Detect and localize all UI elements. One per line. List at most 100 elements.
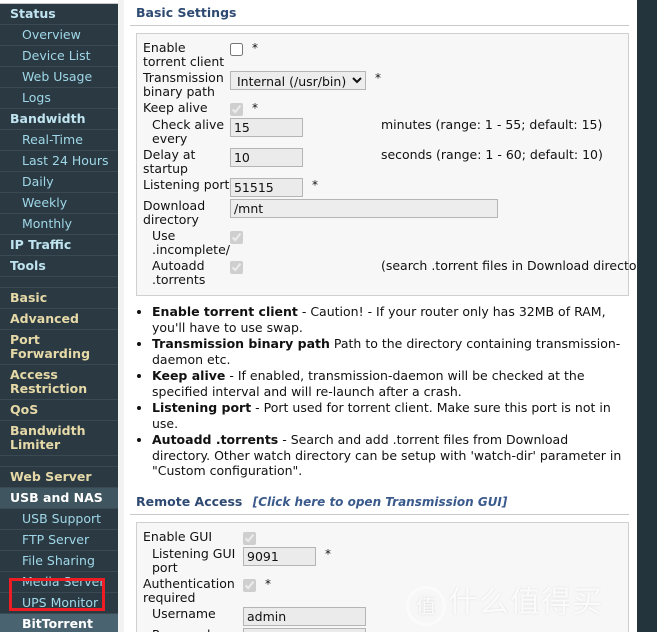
sidebar-group: Tools bbox=[0, 256, 118, 277]
keep-alive-checkbox[interactable] bbox=[229, 103, 243, 116]
binary-path-label: Transmission binary path bbox=[143, 70, 224, 99]
check-alive-hint: minutes (range: 1 - 55; default: 15) bbox=[380, 117, 603, 132]
sidebar-item-last-24-hours[interactable]: Last 24 Hours bbox=[0, 151, 118, 172]
listening-port-label: Listening port bbox=[143, 177, 230, 192]
sidebar-group-access-restriction[interactable]: Access Restriction bbox=[0, 365, 118, 400]
sidebar-item-device-list[interactable]: Device List bbox=[0, 46, 118, 67]
sidebar-group: Web Server bbox=[0, 467, 118, 488]
remote-access-section: Remote Access [Click here to open Transm… bbox=[130, 488, 629, 632]
enable-torrent-label: Enable torrent client bbox=[143, 40, 225, 69]
form-row-autoadd-torrents: Autoadd .torrents (search .torrent files… bbox=[143, 258, 637, 288]
check-alive-input[interactable] bbox=[229, 118, 303, 137]
delay-startup-label: Delay at startup bbox=[143, 147, 196, 176]
download-directory-label: Download directory bbox=[143, 198, 206, 227]
page-right-background bbox=[637, 0, 657, 632]
sidebar-item-web-usage[interactable]: Web Usage bbox=[0, 67, 118, 88]
sidebar-item-ftp-server[interactable]: FTP Server bbox=[0, 530, 118, 551]
sidebar-group: IP Traffic bbox=[0, 235, 118, 256]
delay-startup-input[interactable] bbox=[229, 148, 303, 167]
form-row-listening-port: Listening port * bbox=[143, 177, 637, 198]
username-input[interactable] bbox=[243, 606, 366, 626]
note-item: Enable torrent client - Caution! - If yo… bbox=[152, 304, 625, 335]
sidebar-group-tools[interactable]: Tools bbox=[0, 256, 118, 277]
enable-gui-label: Enable GUI bbox=[143, 528, 213, 544]
sidebar-item-monthly[interactable]: Monthly bbox=[0, 214, 118, 235]
sidebar-item-ups-monitor[interactable]: UPS Monitor bbox=[0, 593, 118, 614]
sidebar-item-weekly[interactable]: Weekly bbox=[0, 193, 118, 214]
use-incomplete-label: Use .incomplete/ bbox=[152, 228, 230, 257]
form-row-download-directory: Download directory bbox=[143, 198, 637, 228]
sidebar-group-bandwidth-limiter[interactable]: Bandwidth Limiter bbox=[0, 421, 118, 456]
sidebar-item-real-time[interactable]: Real-Time bbox=[0, 130, 118, 151]
sidebar-group: Port Forwarding bbox=[0, 330, 118, 365]
main-content: Basic Settings Enable torrent client * T… bbox=[124, 0, 637, 632]
form-row-keep-alive: Keep alive * bbox=[143, 100, 637, 117]
form-row-check-alive: Check alive every minutes (range: 1 - 55… bbox=[143, 117, 637, 147]
sidebar-group-advanced[interactable]: Advanced bbox=[0, 309, 118, 330]
gui-port-input[interactable] bbox=[243, 546, 316, 566]
sidebar-group-qos[interactable]: QoS bbox=[0, 400, 118, 421]
sidebar-group-status[interactable]: Status bbox=[0, 4, 118, 25]
sidebar-item-bittorrent-client[interactable]: BitTorrent Client bbox=[0, 614, 118, 632]
autoadd-checkbox[interactable] bbox=[229, 261, 243, 274]
sidebar-group-web-server[interactable]: Web Server bbox=[0, 467, 118, 488]
sidebar-item-media-server[interactable]: Media Server bbox=[0, 572, 118, 593]
sidebar-group-bandwidth[interactable]: Bandwidth bbox=[0, 109, 118, 130]
remote-access-fieldset: Enable GUI Listening GUI port * bbox=[136, 521, 629, 632]
form-row-binary-path: Transmission binary path Internal (/usr/… bbox=[143, 70, 637, 100]
required-marker: * bbox=[264, 576, 271, 591]
listening-port-input[interactable] bbox=[229, 178, 303, 197]
sidebar-item-file-sharing[interactable]: File Sharing bbox=[0, 551, 118, 572]
required-marker: * bbox=[311, 178, 318, 192]
sidebar-group: QoS bbox=[0, 400, 118, 421]
required-marker: * bbox=[251, 101, 258, 115]
remote-access-form: Enable GUI Listening GUI port * bbox=[143, 529, 366, 632]
sidebar-group: Bandwidth Limiter bbox=[0, 421, 118, 456]
note-term: Enable torrent client bbox=[152, 304, 298, 319]
sidebar-item-daily[interactable]: Daily bbox=[0, 172, 118, 193]
binary-path-select[interactable]: Internal (/usr/bin) bbox=[229, 71, 366, 90]
required-marker: * bbox=[324, 546, 331, 561]
auth-required-label: Authentication required bbox=[143, 575, 235, 605]
note-term: Autoadd .torrents bbox=[152, 432, 279, 447]
sidebar-group-usb-and-nas[interactable]: USB and NAS bbox=[0, 488, 118, 509]
password-label: Password bbox=[143, 627, 243, 632]
sidebar-divider bbox=[0, 277, 118, 288]
form-row-username: Username bbox=[143, 606, 366, 627]
note-item: Transmission binary path Path to the dir… bbox=[152, 336, 625, 367]
router-admin-page: Status Overview Device List Web Usage Logs Ba… bbox=[0, 0, 657, 632]
remote-access-title-text: Remote Access bbox=[136, 493, 243, 509]
sidebar-navigation: Status Overview Device List Web Usage Logs Ba… bbox=[0, 0, 118, 632]
sidebar-group: Access Restriction bbox=[0, 365, 118, 400]
use-incomplete-checkbox[interactable] bbox=[229, 231, 243, 244]
form-row-gui-port: Listening GUI port * bbox=[143, 546, 366, 576]
enable-torrent-checkbox[interactable] bbox=[229, 43, 243, 56]
sidebar-group-ip-traffic[interactable]: IP Traffic bbox=[0, 235, 118, 256]
form-row-auth-required: Authentication required * bbox=[143, 576, 366, 606]
check-alive-label: Check alive every bbox=[152, 117, 225, 146]
note-term: Transmission binary path bbox=[152, 336, 330, 351]
required-marker: * bbox=[374, 71, 381, 85]
open-transmission-gui-link[interactable]: [Click here to open Transmission GUI] bbox=[253, 495, 508, 509]
sidebar-item-logs[interactable]: Logs bbox=[0, 88, 118, 109]
sidebar-item-overview[interactable]: Overview bbox=[0, 25, 118, 46]
sidebar-item-usb-support[interactable]: USB Support bbox=[0, 509, 118, 530]
autoadd-label: Autoadd .torrents bbox=[152, 258, 206, 287]
note-item: Listening port - Port used for torrent c… bbox=[152, 400, 625, 431]
sidebar-group: Status Overview Device List Web Usage Logs bbox=[0, 4, 118, 109]
gui-port-label: Listening GUI port bbox=[152, 545, 236, 575]
note-item: Autoadd .torrents - Search and add .torr… bbox=[152, 432, 625, 479]
download-directory-input[interactable] bbox=[229, 199, 498, 218]
note-item: Keep alive - If enabled, transmission-da… bbox=[152, 368, 625, 399]
enable-gui-checkbox[interactable] bbox=[243, 531, 256, 545]
basic-settings-title-text: Basic Settings bbox=[136, 5, 237, 20]
sidebar-group-port-forwarding[interactable]: Port Forwarding bbox=[0, 330, 118, 365]
basic-settings-fieldset: Enable torrent client * Transmission bin… bbox=[136, 33, 637, 296]
note-term: Keep alive bbox=[152, 368, 226, 383]
password-input[interactable] bbox=[243, 627, 366, 632]
autoadd-hint: (search .torrent files in Download direc… bbox=[380, 258, 637, 273]
sidebar-group: Advanced bbox=[0, 309, 118, 330]
sidebar-group-basic[interactable]: Basic bbox=[0, 288, 118, 309]
auth-required-checkbox[interactable] bbox=[243, 578, 256, 592]
basic-settings-form: Enable torrent client * Transmission bin… bbox=[143, 40, 637, 288]
